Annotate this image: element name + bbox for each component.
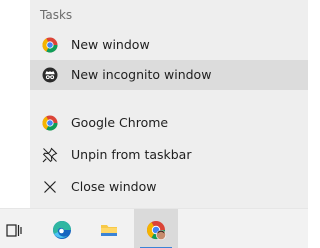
incognito-icon	[42, 67, 58, 83]
menu-item-unpin-from-taskbar[interactable]: Unpin from taskbar	[30, 140, 308, 170]
task-view-button[interactable]	[0, 209, 36, 248]
file-explorer-taskbar-button[interactable]	[87, 209, 131, 248]
screen: Tasks New window New incognito window Go…	[0, 0, 308, 248]
menu-item-label: New window	[71, 37, 150, 52]
section-header-tasks: Tasks	[40, 8, 73, 22]
task-view-icon	[4, 220, 24, 240]
edge-taskbar-button[interactable]	[40, 209, 84, 248]
menu-item-close-window[interactable]: Close window	[30, 172, 308, 202]
close-icon	[42, 179, 58, 195]
menu-item-new-window[interactable]: New window	[30, 30, 308, 60]
chrome-taskbar-button[interactable]	[134, 209, 178, 248]
chrome-icon	[42, 115, 58, 131]
folder-icon	[99, 220, 119, 240]
menu-item-label: New incognito window	[71, 67, 212, 82]
chrome-icon	[42, 37, 58, 53]
jump-list-menu: Tasks New window New incognito window Go…	[0, 0, 308, 208]
edge-icon	[52, 220, 72, 240]
menu-item-label: Google Chrome	[71, 115, 169, 130]
taskbar	[0, 208, 308, 248]
menu-item-label: Unpin from taskbar	[71, 147, 192, 162]
menu-item-new-incognito-window[interactable]: New incognito window	[30, 60, 308, 90]
menu-item-google-chrome[interactable]: Google Chrome	[30, 108, 308, 138]
menu-item-label: Close window	[71, 179, 157, 194]
chrome-with-avatar-icon	[146, 220, 166, 240]
unpin-icon	[42, 147, 58, 163]
